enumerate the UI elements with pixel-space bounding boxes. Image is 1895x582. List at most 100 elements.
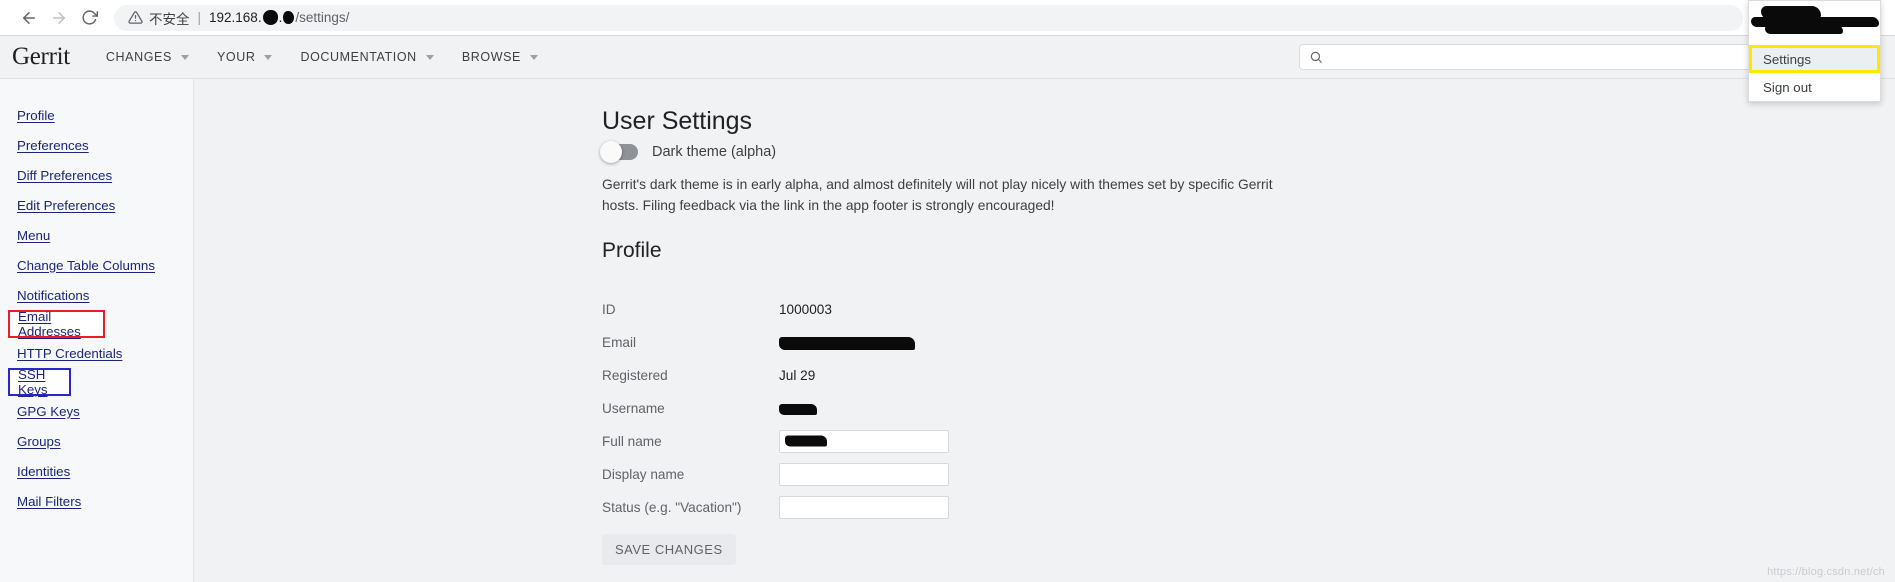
table-row: ID 1000003 <box>602 293 949 326</box>
forward-button[interactable] <box>44 3 74 33</box>
table-row: Full name <box>602 425 949 458</box>
nav-item-browse[interactable]: BROWSE <box>448 36 552 79</box>
sidebar-item-mail-filters[interactable]: Mail Filters <box>0 486 193 516</box>
url-text: 192.168.. /settings/ <box>209 10 349 25</box>
sidebar-item-menu[interactable]: Menu <box>0 220 193 250</box>
menu-item-sign-out[interactable]: Sign out <box>1749 73 1880 101</box>
redaction-mark <box>779 403 817 415</box>
url-path: /settings/ <box>295 10 350 25</box>
field-value-email <box>779 326 949 359</box>
gerrit-header: Gerrit CHANGES YOUR DOCUMENTATION BROWSE <box>0 36 1895 79</box>
sidebar-item-label: SSH Keys <box>18 367 48 397</box>
sidebar-item-label: Identities <box>17 463 71 479</box>
table-row: Status (e.g. "Vacation") <box>602 491 949 524</box>
field-label-id: ID <box>602 301 616 317</box>
table-row: Display name <box>602 458 949 491</box>
save-changes-button[interactable]: SAVE CHANGES <box>602 533 736 565</box>
sidebar-item-label: Mail Filters <box>17 493 82 509</box>
sidebar-item-groups[interactable]: Groups <box>0 426 193 456</box>
field-label-registered: Registered <box>602 367 668 383</box>
field-label-email: Email <box>602 334 636 350</box>
sidebar-item-label: Profile <box>17 107 55 123</box>
field-value-id: 1000003 <box>779 301 832 317</box>
nav-item-your[interactable]: YOUR <box>203 36 287 79</box>
browser-toolbar: 不安全 | 192.168.. /settings/ <box>0 0 1895 36</box>
search-input[interactable] <box>1330 48 1781 66</box>
sidebar-item-label: Diff Preferences <box>17 167 113 183</box>
status-input[interactable] <box>779 495 949 519</box>
settings-content: User Settings Dark theme (alpha) Gerrit'… <box>194 79 1895 582</box>
omnibox-divider: | <box>197 10 202 25</box>
field-value-status <box>779 491 949 524</box>
dark-theme-row: Dark theme (alpha) <box>600 141 1895 163</box>
settings-sidebar: Profile Preferences Diff Preferences Edi… <box>0 79 194 582</box>
sidebar-item-diff-preferences[interactable]: Diff Preferences <box>0 160 193 190</box>
page-body: Profile Preferences Diff Preferences Edi… <box>0 0 1895 582</box>
main-navigation: CHANGES YOUR DOCUMENTATION BROWSE <box>92 36 552 79</box>
sidebar-item-preferences[interactable]: Preferences <box>0 130 193 160</box>
redaction-mark <box>785 435 827 447</box>
table-row: Email <box>602 326 949 359</box>
sidebar-item-label: Edit Preferences <box>17 197 116 213</box>
nav-label: BROWSE <box>461 50 521 64</box>
sidebar-item-label: Notifications <box>17 287 90 303</box>
reload-button[interactable] <box>74 3 104 33</box>
redaction-mark <box>283 11 295 24</box>
sidebar-item-label: GPG Keys <box>17 403 80 419</box>
redaction-mark <box>779 336 915 350</box>
account-dropdown-menu: Settings Sign out <box>1748 0 1881 102</box>
arrow-right-icon <box>53 11 65 24</box>
field-value-username <box>779 392 949 425</box>
back-button[interactable] <box>14 3 44 33</box>
address-bar[interactable]: 不安全 | 192.168.. /settings/ <box>114 4 1743 31</box>
nav-item-documentation[interactable]: DOCUMENTATION <box>286 36 447 79</box>
not-secure-warning-icon <box>128 10 143 25</box>
sidebar-item-label: Groups <box>17 433 61 449</box>
nav-label: DOCUMENTATION <box>300 50 417 64</box>
field-label-full-name: Full name <box>602 433 662 449</box>
chevron-down-icon <box>529 54 538 60</box>
watermark-text: https://blog.csdn.net/ch <box>1767 566 1885 578</box>
chevron-down-icon <box>264 54 273 60</box>
redaction-mark <box>1765 25 1843 34</box>
field-value-full-name <box>779 425 949 458</box>
nav-label: CHANGES <box>105 50 172 64</box>
sidebar-item-http-credentials[interactable]: HTTP Credentials <box>0 338 193 368</box>
sidebar-item-label: Preferences <box>17 137 89 153</box>
profile-section-title: Profile <box>602 238 662 262</box>
table-row: SAVE CHANGES <box>602 524 949 565</box>
sidebar-item-notifications[interactable]: Notifications <box>0 280 193 310</box>
search-box[interactable] <box>1299 44 1791 70</box>
menu-item-settings[interactable]: Settings <box>1749 45 1880 73</box>
sidebar-item-edit-preferences[interactable]: Edit Preferences <box>0 190 193 220</box>
sidebar-item-identities[interactable]: Identities <box>0 456 193 486</box>
field-value-display-name <box>779 458 949 491</box>
sidebar-item-label: Change Table Columns <box>17 257 155 273</box>
profile-table: ID 1000003 Email Registered Jul 29 Usern… <box>602 293 949 565</box>
redaction-mark <box>262 10 278 25</box>
table-row: Username <box>602 392 949 425</box>
sidebar-item-ssh-keys[interactable]: SSH Keys <box>8 367 71 397</box>
dark-theme-toggle[interactable] <box>600 141 638 163</box>
gerrit-logo[interactable]: Gerrit <box>12 43 70 71</box>
empty-cell <box>779 524 949 565</box>
save-cell: SAVE CHANGES <box>602 524 779 565</box>
sidebar-item-gpg-keys[interactable]: GPG Keys <box>0 396 193 426</box>
arrow-left-icon <box>23 11 35 24</box>
sidebar-item-profile[interactable]: Profile <box>0 100 193 130</box>
nav-item-changes[interactable]: CHANGES <box>92 36 203 79</box>
sidebar-item-email-addresses[interactable]: Email Addresses <box>8 309 105 339</box>
field-value-registered: Jul 29 <box>779 367 816 383</box>
sidebar-item-label: HTTP Credentials <box>17 345 123 361</box>
page-title: User Settings <box>602 107 753 135</box>
not-secure-label: 不安全 <box>149 11 190 27</box>
table-row: Registered Jul 29 <box>602 359 949 392</box>
account-info-header <box>1749 1 1880 45</box>
chevron-down-icon <box>425 54 434 60</box>
toggle-knob <box>600 141 622 163</box>
reload-icon <box>81 10 98 25</box>
dark-theme-label: Dark theme (alpha) <box>652 144 777 160</box>
sidebar-item-change-table-columns[interactable]: Change Table Columns <box>0 250 193 280</box>
display-name-input[interactable] <box>779 462 949 486</box>
field-label-status: Status (e.g. "Vacation") <box>602 499 742 515</box>
